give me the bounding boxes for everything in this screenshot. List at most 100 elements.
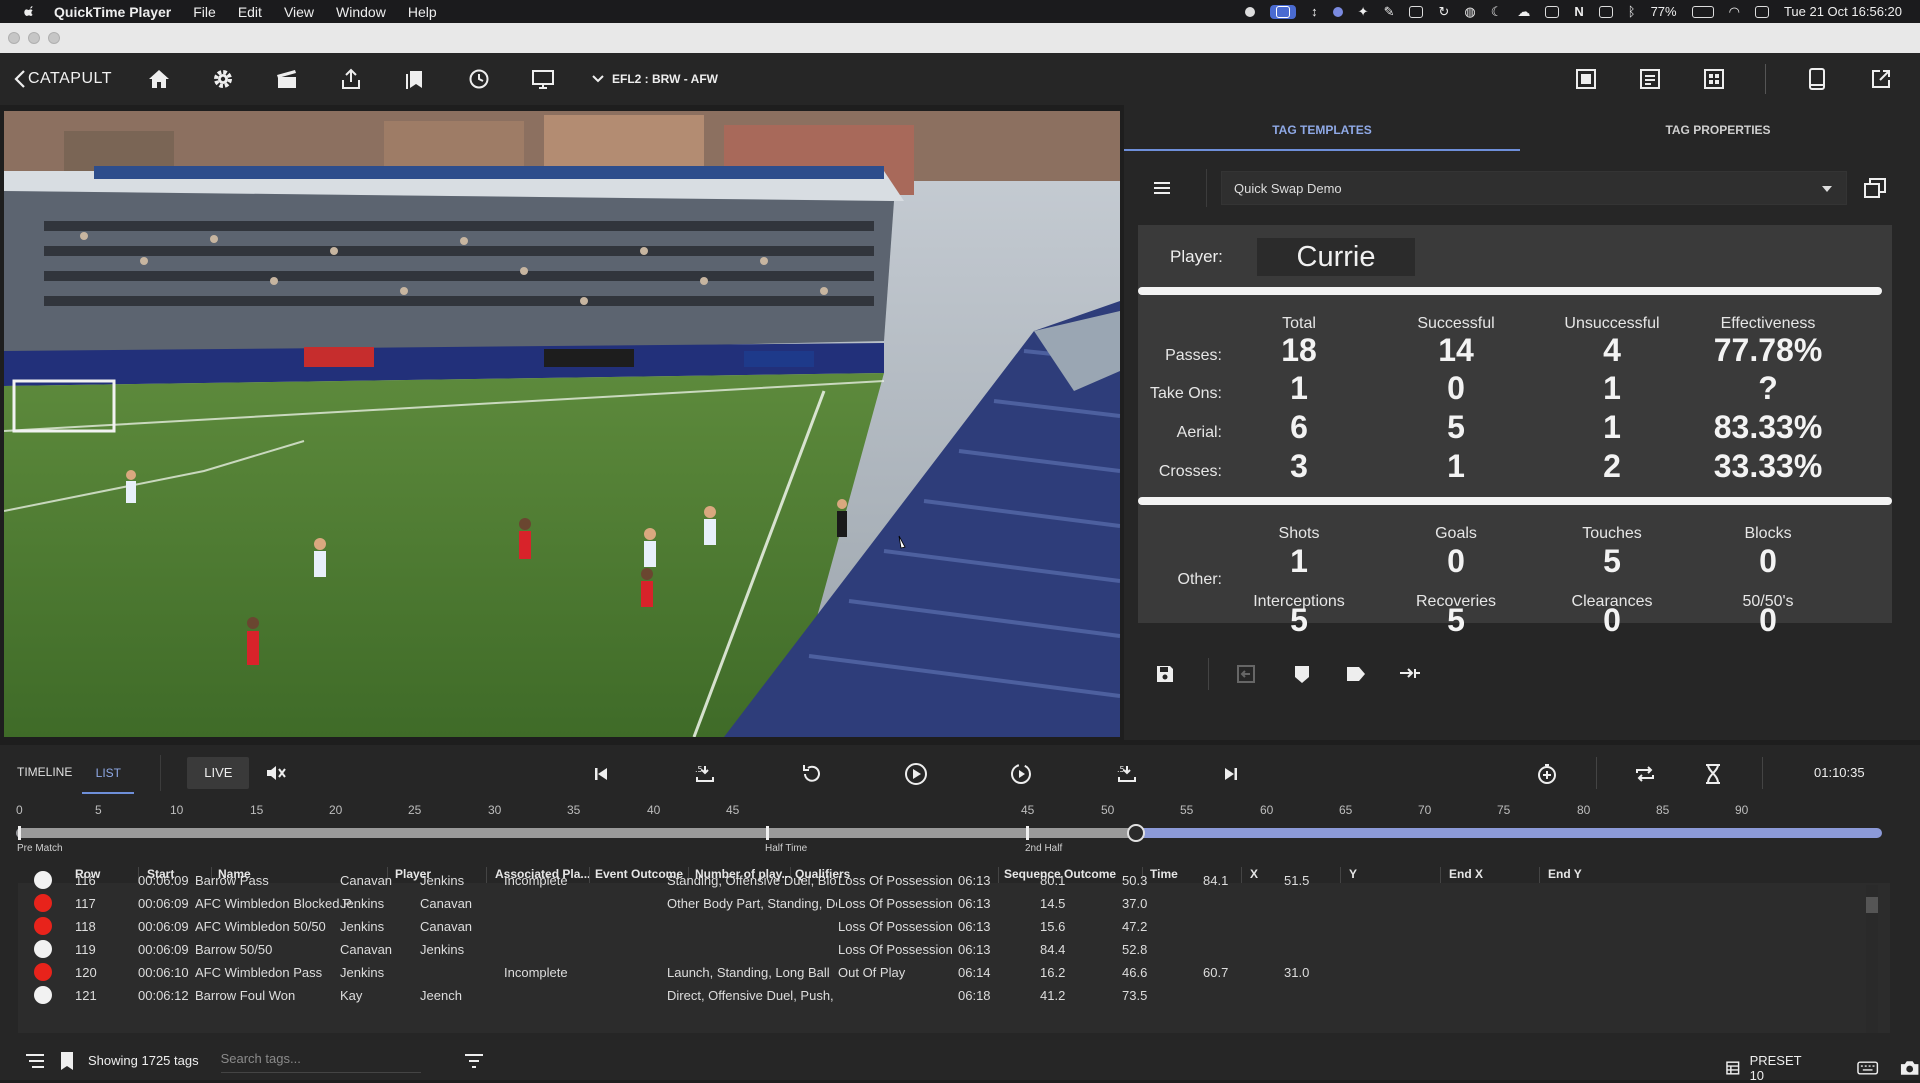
tab-list[interactable]: LIST [82, 766, 135, 794]
wifi-icon[interactable]: ◠ [1729, 4, 1740, 20]
battery-icon[interactable] [1691, 5, 1714, 18]
template-select[interactable]: Quick Swap Demo [1221, 171, 1847, 205]
bird-icon[interactable]: ✦ [1358, 4, 1369, 20]
table-row[interactable]: 117 00:06:09 AFC Wimbledon Blocked P... Jen… [18, 892, 1868, 915]
timeline-label-pre-match: Pre Match [17, 843, 63, 854]
display-icon[interactable] [1545, 5, 1560, 18]
player-name[interactable]: Currie [1257, 238, 1415, 276]
filter-icon[interactable] [461, 1048, 487, 1074]
bluetooth-icon[interactable]: ᛒ [1628, 4, 1636, 19]
tab-tag-properties[interactable]: TAG PROPERTIES [1520, 105, 1916, 151]
timeline-track[interactable] [16, 824, 1882, 842]
cell-player: Canavan [340, 942, 393, 957]
screen-share-icon[interactable] [1270, 4, 1297, 19]
control-center-icon[interactable] [1754, 5, 1769, 18]
record-icon[interactable] [1245, 6, 1256, 17]
menu-window[interactable]: Window [336, 4, 386, 20]
live-button[interactable]: LIVE [187, 757, 250, 789]
menu-file[interactable]: File [193, 4, 216, 20]
team-color-dot [34, 917, 52, 935]
timeline-playhead[interactable] [1127, 824, 1145, 842]
skip-to-end-icon[interactable] [1218, 761, 1244, 787]
upload-arrow-icon[interactable]: ↕ [1311, 4, 1318, 19]
table-row[interactable]: 119 00:06:09 Barrow 50/50 Canavan Jenkins Los… [18, 938, 1868, 961]
back-half-second-icon[interactable]: .5 [692, 761, 718, 787]
tablet-icon[interactable] [1804, 66, 1830, 92]
external-link-icon[interactable] [1868, 66, 1894, 92]
play-icon[interactable] [903, 761, 929, 787]
tick-label: 75 [1497, 803, 1511, 817]
layout-grid-icon[interactable] [1701, 66, 1727, 92]
bookmark-icon[interactable] [54, 1048, 80, 1074]
table-row[interactable]: 120 00:06:10 AFC Wimbledon Pass Jenkins Inco… [18, 961, 1868, 984]
window-icon[interactable] [1409, 5, 1424, 18]
zoom-icon[interactable] [1332, 6, 1343, 17]
rewind-icon[interactable] [798, 761, 824, 787]
popout-window-icon[interactable] [1863, 177, 1887, 199]
save-icon[interactable] [1152, 661, 1178, 687]
skip-to-start-icon[interactable] [588, 761, 614, 787]
cell-time: 06:13 [958, 896, 991, 911]
import-icon[interactable] [1233, 661, 1259, 687]
camera-icon[interactable] [1899, 1059, 1920, 1077]
monitor-icon[interactable] [530, 66, 556, 92]
sort-lines-icon[interactable] [22, 1048, 48, 1074]
home-icon[interactable] [146, 66, 172, 92]
keyboard-icon[interactable] [1598, 5, 1613, 18]
label-tag-icon[interactable] [1343, 661, 1369, 687]
menu-view[interactable]: View [284, 4, 314, 20]
scrollbar-thumb[interactable] [1866, 897, 1878, 913]
other-value-shots: 1 [1290, 543, 1308, 579]
layout-document-icon[interactable] [1637, 66, 1663, 92]
share-upload-icon[interactable] [338, 66, 364, 92]
table-row[interactable]: 121 00:06:12 Barrow Foul Won Kay Jeench Direc… [18, 984, 1868, 1007]
cell-row: 118 [75, 919, 96, 934]
add-clock-icon[interactable] [1534, 761, 1560, 787]
bookmarks-icon[interactable] [402, 66, 428, 92]
tab-timeline[interactable]: TIMELINE [17, 765, 72, 779]
forward-half-second-icon[interactable]: .5 [1114, 761, 1140, 787]
cell-y: 46.6 [1122, 965, 1148, 980]
template-divider [1206, 169, 1207, 207]
forward-seek-icon[interactable] [1008, 761, 1034, 787]
swap-arrows-icon[interactable] [1397, 661, 1423, 687]
minimize-window-button[interactable] [28, 32, 40, 44]
cloud-icon[interactable]: ☁ [1517, 4, 1530, 20]
history-clock-icon[interactable] [466, 66, 492, 92]
loop-icon[interactable] [1632, 761, 1658, 787]
cell-name: AFC Wimbledon Blocked P... [195, 896, 360, 911]
menu-edit[interactable]: Edit [238, 4, 262, 20]
tag-shield-icon[interactable] [1289, 661, 1315, 687]
menu-help[interactable]: Help [408, 4, 437, 20]
close-window-button[interactable] [8, 32, 20, 44]
table-scrollbar[interactable] [1866, 885, 1878, 1033]
apple-icon[interactable] [20, 5, 40, 19]
menu-app-name[interactable]: QuickTime Player [54, 4, 171, 20]
match-selector[interactable]: EFL2 : BRW - AFW [592, 72, 718, 86]
mute-speaker-icon[interactable] [263, 760, 289, 786]
match-timeline[interactable]: 0 5 10 15 20 25 30 35 40 45 45 50 55 60 … [0, 801, 1920, 857]
hamburger-menu-icon[interactable] [1154, 182, 1170, 194]
controls-divider-3 [1762, 757, 1763, 789]
sync-icon[interactable]: ↻ [1438, 4, 1449, 20]
menu-clock[interactable]: Tue 21 Oct 16:56:20 [1784, 4, 1902, 19]
layout-single-icon[interactable] [1573, 66, 1599, 92]
keyboard-icon[interactable] [1857, 1060, 1879, 1076]
pen-icon[interactable]: ✎ [1384, 4, 1395, 20]
notion-icon[interactable]: N [1574, 4, 1583, 19]
team-color-dot [34, 894, 52, 912]
table-row[interactable]: 116 00:06:09 Barrow Pass Canavan Jenkins Inco… [18, 869, 1868, 892]
cell-event-outcome: Incomplete [504, 873, 568, 888]
video-player[interactable] [4, 111, 1120, 737]
table-grid-icon[interactable] [1726, 1061, 1740, 1075]
search-tags-input[interactable]: Search tags... [220, 1049, 421, 1073]
preset-label[interactable]: PRESET 10 [1750, 1053, 1818, 1083]
globe-icon[interactable]: ◍ [1464, 4, 1475, 20]
zoom-window-button[interactable] [48, 32, 60, 44]
clapperboard-icon[interactable] [274, 66, 300, 92]
tab-tag-templates[interactable]: TAG TEMPLATES [1124, 105, 1520, 151]
hourglass-icon[interactable] [1700, 761, 1726, 787]
settings-gear-icon[interactable] [210, 66, 236, 92]
moon-icon[interactable]: ☾ [1491, 4, 1503, 20]
table-row[interactable]: 118 00:06:09 AFC Wimbledon 50/50 Jenkins Can… [18, 915, 1868, 938]
